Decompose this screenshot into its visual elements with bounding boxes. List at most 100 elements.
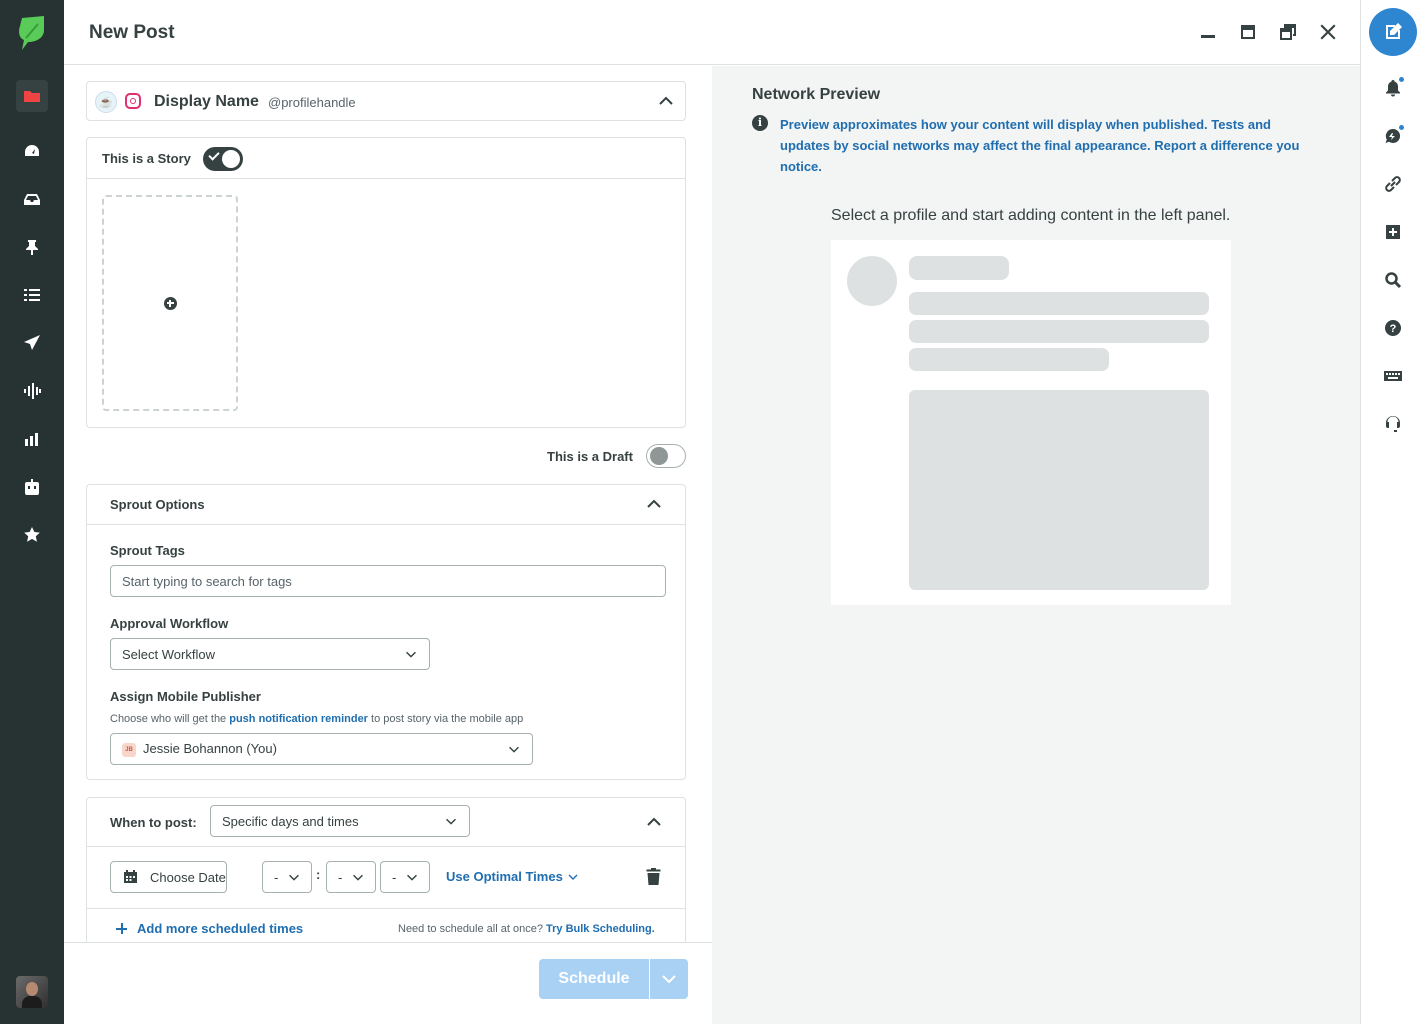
bulk-scheduling-hint: Need to schedule all at once? Try Bulk S… [398,923,655,935]
nav-reviews-icon[interactable] [16,519,48,551]
hour-select[interactable]: - [262,861,312,893]
add-scheduled-times-button[interactable]: Add more scheduled times [116,921,303,936]
date-picker-value: Choose Date [150,870,226,885]
network-preview-panel: Network Preview i Preview approximates h… [712,66,1360,1024]
when-to-post-section: When to post: Specific days and times Ch… [86,797,686,942]
when-to-post-header: When to post: Specific days and times [87,798,685,847]
media-upload-zone[interactable] [102,195,238,411]
sprout-tags-label: Sprout Tags [110,543,185,558]
chevron-up-icon[interactable] [645,813,663,831]
user-avatar[interactable] [16,976,48,1008]
bulk-scheduling-link[interactable]: Try Bulk Scheduling. [546,923,655,935]
minute-select[interactable]: - [326,861,376,893]
sprout-options-section: Sprout Options Sprout Tags Start typing … [86,484,686,780]
story-header: This is a Story [87,138,685,179]
nav-send-icon[interactable] [16,327,48,359]
nav-dashboard-icon[interactable] [16,135,48,167]
nav-reports-icon[interactable] [16,423,48,455]
nav-list-icon[interactable] [16,279,48,311]
dock-icon[interactable] [1236,20,1260,44]
chevron-up-icon[interactable] [645,495,663,513]
ampm-value: - [392,870,397,885]
story-toggle[interactable] [203,147,243,171]
compose-icon[interactable] [1369,8,1417,56]
minimize-icon[interactable] [1196,20,1220,44]
check-icon [208,149,220,161]
support-icon[interactable] [1381,412,1405,436]
preview-skeleton-card [831,240,1231,605]
bell-icon[interactable] [1381,76,1405,100]
nav-folder-icon[interactable] [16,80,48,112]
add-scheduled-times-label: Add more scheduled times [137,921,304,936]
popout-icon[interactable] [1276,20,1300,44]
search-icon[interactable] [1381,268,1405,292]
nav-inbox-icon[interactable] [16,183,48,215]
push-notification-link[interactable]: push notification reminder [229,713,368,725]
schedule-options-button[interactable] [650,959,688,999]
sprout-tags-input[interactable]: Start typing to search for tags [110,565,666,597]
link-icon[interactable] [1381,172,1405,196]
help-icon[interactable]: ? [1381,316,1405,340]
mobile-publisher-value: Jessie Bohannon (You) [143,741,277,756]
approval-workflow-select[interactable]: Select Workflow [110,638,430,670]
preview-empty-message: Select a profile and start adding conten… [831,207,1231,224]
network-preview-title: Network Preview [752,86,881,103]
publisher-avatar: JB [122,742,136,757]
skeleton-line [909,292,1209,315]
ampm-select[interactable]: - [380,861,430,893]
mobile-publisher-help: Choose who will get the push notificatio… [110,713,523,725]
info-icon: i [752,115,768,131]
chevron-up-icon[interactable] [657,92,675,110]
draft-toggle[interactable] [646,444,686,468]
composer-header: New Post [64,0,1360,65]
approval-workflow-label: Approval Workflow [110,616,229,631]
keyboard-icon[interactable] [1381,364,1405,388]
instagram-icon [125,93,141,109]
draft-toggle-label: This is a Draft [547,449,633,464]
sprout-options-title: Sprout Options [110,497,205,512]
skeleton-line [909,348,1109,371]
chevron-down-icon [404,869,422,887]
chevron-down-icon [286,869,304,887]
sprout-options-header[interactable]: Sprout Options [87,485,685,525]
chevron-down-icon [567,871,579,883]
schedule-button[interactable]: Schedule [539,959,649,999]
preview-disclaimer[interactable]: Preview approximates how your content wi… [780,114,1300,177]
skeleton-line [909,256,1009,280]
calendar-icon [124,870,137,883]
profile-display-name: Display Name [154,93,259,110]
plus-square-icon[interactable] [1381,220,1405,244]
nav-pin-icon[interactable] [16,231,48,263]
scheduled-time-row: Choose Date - : - - Use Optimal Times [87,847,685,909]
trash-icon[interactable] [646,868,661,885]
optimal-times-button[interactable]: Use Optimal Times [446,869,579,884]
post-timing-select[interactable]: Specific days and times [210,805,470,837]
svg-text:?: ? [1390,323,1397,335]
composer-panel: ☕ Display Name @profilehandle This is a … [64,66,712,942]
plus-icon [116,923,127,935]
date-picker-button[interactable]: Choose Date [110,861,227,893]
nav-bot-icon[interactable] [16,471,48,503]
right-rail: ? [1360,0,1424,1024]
post-timing-value: Specific days and times [222,814,359,829]
profile-avatar: ☕ [95,91,117,113]
composer-footer: Schedule [64,942,712,1024]
sprout-logo-icon[interactable] [16,14,48,50]
chevron-down-icon [506,741,524,759]
profile-selector[interactable]: ☕ Display Name @profilehandle [86,81,686,121]
chevron-down-icon [443,813,461,831]
minute-value: - [338,870,343,885]
story-toggle-label: This is a Story [102,151,191,166]
help-text-prefix: Choose who will get the [110,713,230,725]
hour-value: - [274,870,279,885]
messages-icon[interactable] [1381,124,1405,148]
close-icon[interactable] [1316,20,1340,44]
chevron-down-icon [662,975,676,984]
add-media-icon[interactable] [163,296,177,310]
mobile-publisher-label: Assign Mobile Publisher [110,689,261,704]
mobile-publisher-select[interactable]: JB Jessie Bohannon (You) [110,733,533,765]
skeleton-avatar [847,256,897,306]
chevron-down-icon [403,646,421,664]
nav-listening-icon[interactable] [16,375,48,407]
skeleton-line [909,320,1209,343]
